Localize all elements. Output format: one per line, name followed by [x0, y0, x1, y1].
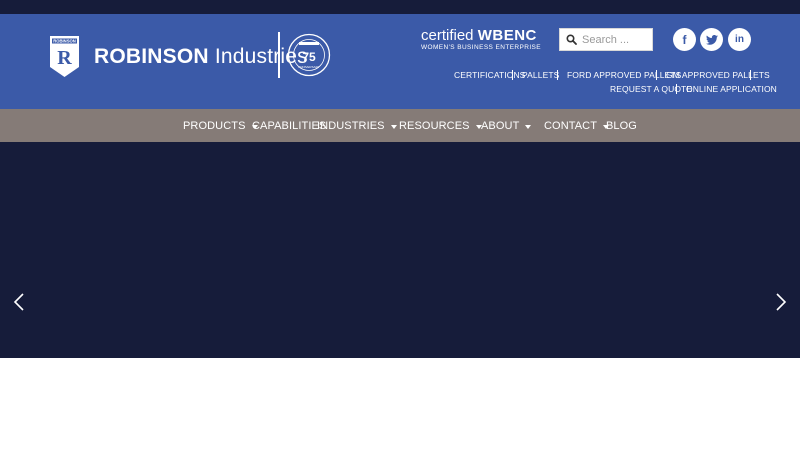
nav-label: ABOUT: [481, 119, 520, 132]
nav-label: PRODUCTS: [183, 119, 246, 132]
utility-nav: CERTIFICATIONS PALLETS FORD APPROVED PAL…: [0, 14, 800, 109]
utility-link-gm-approved-pallets[interactable]: GM APPROVED PALLETS: [666, 70, 770, 80]
nav-item-resources[interactable]: RESOURCES: [399, 109, 482, 142]
caret-down-icon: [390, 125, 397, 129]
nav-item-blog[interactable]: BLOG: [606, 109, 637, 142]
nav-label: INDUSTRIES: [317, 119, 385, 132]
site-header: ROBINSON R ROBINSON Industries 75 ANNIVE…: [0, 14, 800, 109]
hero-carousel: [0, 142, 800, 358]
utility-separator: [656, 70, 657, 80]
utility-link-certifications[interactable]: CERTIFICATIONS: [454, 70, 525, 80]
chevron-right-icon[interactable]: [774, 292, 788, 312]
utility-separator: [557, 70, 558, 80]
top-strip: [0, 0, 800, 14]
nav-item-industries[interactable]: INDUSTRIES: [317, 109, 397, 142]
utility-link-pallets[interactable]: PALLETS: [522, 70, 559, 80]
utility-separator: [750, 70, 751, 80]
nav-item-about[interactable]: ABOUT: [481, 109, 532, 142]
nav-label: CAPABILITIES: [252, 119, 327, 132]
caret-down-icon: [525, 125, 532, 129]
utility-separator: [676, 84, 677, 94]
nav-label: RESOURCES: [399, 119, 470, 132]
nav-label: CONTACT: [544, 119, 598, 132]
utility-separator: [512, 70, 513, 80]
utility-link-request-a-quote[interactable]: REQUEST A QUOTE: [610, 84, 692, 94]
chevron-left-icon[interactable]: [12, 292, 26, 312]
utility-link-ford-approved-pallets[interactable]: FORD APPROVED PALLETS: [567, 70, 681, 80]
main-nav: PRODUCTS CAPABILITIES INDUSTRIES RESOURC…: [0, 109, 800, 142]
nav-item-contact[interactable]: CONTACT: [544, 109, 610, 142]
nav-item-capabilities[interactable]: CAPABILITIES: [252, 109, 326, 142]
utility-link-online-application[interactable]: ONLINE APPLICATION: [686, 84, 777, 94]
nav-label: BLOG: [606, 119, 637, 132]
nav-item-products[interactable]: PRODUCTS: [183, 109, 258, 142]
